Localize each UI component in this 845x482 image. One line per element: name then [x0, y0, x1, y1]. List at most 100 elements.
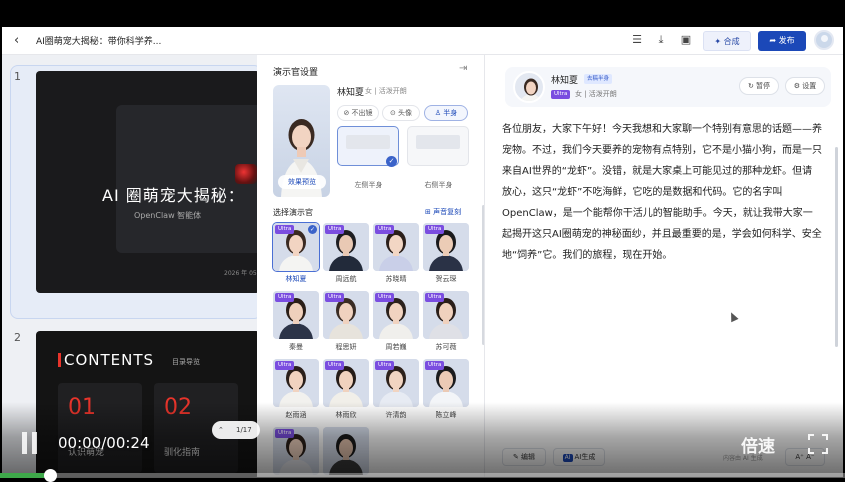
ultra-badge: Ultra	[425, 225, 445, 234]
merge-label: 合成	[723, 37, 740, 46]
ultra-badge: Ultra	[425, 293, 445, 302]
settings-button[interactable]: ⚙ 设置	[785, 77, 825, 95]
script-scrollbar[interactable]	[835, 147, 838, 347]
pause-icon[interactable]	[22, 432, 38, 454]
mode-label: 头像	[398, 109, 413, 117]
ultra-badge: Ultra	[275, 361, 295, 370]
mouse-cursor-icon	[727, 310, 739, 323]
presenter-name: 秦曼	[289, 343, 303, 351]
app-window: ‹ AI圈萌宠大揭秘：带你科学养... ☰ ⤓ ▣ ✦ 合成 ➦ 发布 1 2 …	[2, 27, 843, 477]
download-icon[interactable]: ⤓	[654, 33, 668, 47]
ultra-badge: Ultra	[275, 293, 295, 302]
position-thumb	[346, 135, 390, 149]
mode-label: 不出镜	[351, 109, 373, 117]
slide-number: 2	[14, 331, 21, 344]
presenter-name: 林知夏	[337, 88, 365, 98]
presenter-card[interactable]	[323, 427, 369, 477]
select-presenter-title: 选择演示官	[273, 208, 313, 217]
position-thumb	[416, 135, 460, 149]
speed-button[interactable]: 倍速	[741, 432, 775, 457]
toc-number: 01	[68, 395, 96, 420]
sliders-icon[interactable]: ☰	[630, 33, 644, 47]
presenter-name: 周若巍	[385, 343, 407, 351]
slide-2-preview[interactable]: CONTENTS 目录导览 01 认识萌宠 02 驯化指南	[36, 331, 260, 477]
mode-half-body[interactable]: ♙ 半身	[424, 105, 468, 121]
presenter-name: 许清韵	[385, 411, 407, 419]
presenter-card[interactable]: Ultra 陈立峰	[423, 359, 469, 421]
publish-button[interactable]: ➦ 发布	[758, 31, 806, 51]
avatar[interactable]	[814, 30, 834, 50]
mode-avatar[interactable]: ⊙ 头像	[382, 105, 420, 121]
presenter-card[interactable]: Ultra 苏可薇	[423, 291, 469, 353]
preview-effect-button[interactable]: 效果预览	[278, 175, 326, 189]
presenter-avatar	[513, 71, 545, 103]
refresh-icon: ↻	[747, 82, 757, 90]
presenter-card[interactable]: Ultra 程思妍	[323, 291, 369, 353]
position-label: 左侧半身	[354, 181, 383, 189]
presenter-card[interactable]: Ultra 周远航	[323, 223, 369, 285]
chevron-left-icon[interactable]: ‹	[14, 33, 19, 48]
plus-square-icon: ⊞	[425, 208, 434, 216]
presenter-card[interactable]: Ultra 赵雨涵	[273, 359, 319, 421]
publish-label: 发布	[778, 36, 795, 45]
progress-track[interactable]	[0, 473, 845, 478]
edit-icon: ✎	[512, 453, 522, 461]
ultra-badge: Ultra	[551, 90, 571, 99]
ultra-badge: Ultra	[325, 293, 345, 302]
slide-date: 2026 年 05	[224, 270, 257, 277]
position-right-half[interactable]	[407, 126, 469, 166]
contents-subheading: 目录导览	[172, 358, 200, 366]
presenter-name: 林知夏	[285, 275, 307, 283]
presenter-meta: 女 | 活泼开朗	[365, 87, 407, 95]
person-icon: ♙	[434, 109, 444, 117]
pause-button[interactable]: ↻ 暂停	[739, 77, 779, 95]
ultra-badge: Ultra	[375, 361, 395, 370]
voice-clone-link[interactable]: ⊞ 声音复刻	[425, 207, 461, 217]
ai-icon: AI	[562, 454, 573, 462]
presenter-card[interactable]: Ultra ✓ 林知夏	[272, 222, 320, 285]
fullscreen-icon[interactable]	[808, 434, 828, 454]
presenter-card[interactable]: Ultra 苏晓晴	[373, 223, 419, 285]
presenter-name: 贺云琛	[435, 275, 457, 283]
ai-generate-button[interactable]: AI AI生成	[553, 448, 605, 466]
presenter-card[interactable]: Ultra 林雨欣	[323, 359, 369, 421]
mode-no-camera[interactable]: ⊘ 不出镜	[337, 105, 379, 121]
contents-heading: CONTENTS	[64, 351, 155, 369]
presenter-meta: 女 | 活泼开朗	[575, 90, 617, 98]
check-icon: ✓	[308, 225, 317, 234]
presenter-name: 赵雨涵	[285, 411, 307, 419]
page-indicator: 1/17	[236, 426, 252, 434]
present-icon[interactable]: ▣	[679, 33, 693, 47]
chevron-up-icon[interactable]: ⌃	[218, 421, 224, 439]
pin-icon: ✦	[714, 37, 724, 46]
presenter-name: 周远航	[335, 275, 357, 283]
toc-number: 02	[164, 395, 192, 420]
no-camera-icon: ⊘	[343, 109, 352, 117]
ultra-badge: Ultra	[275, 429, 295, 438]
toc-label: 驯化指南	[164, 448, 201, 458]
presenter-card[interactable]: Ultra	[273, 427, 319, 477]
voice-clone-label: 声音复刻	[433, 208, 462, 216]
ultra-badge: Ultra	[375, 225, 395, 234]
presenter-name: 苏可薇	[435, 343, 457, 351]
collapse-panel-icon[interactable]: ⇥	[459, 63, 467, 74]
presenter-photo	[323, 427, 369, 475]
script-text[interactable]: 各位朋友，大家下午好！今天我想和大家聊一个特别有意思的话题——养宠物。不过，我们…	[502, 119, 822, 266]
edit-button[interactable]: ✎ 编辑	[502, 448, 546, 466]
document-title: AI圈萌宠大揭秘：带你科学养...	[36, 37, 162, 47]
progress-handle[interactable]	[43, 469, 57, 482]
ultra-badge: Ultra	[325, 361, 345, 370]
slide-pager[interactable]: ⌃ 1/17	[212, 421, 260, 439]
ultra-badge: Ultra	[425, 361, 445, 370]
pause-label: 暂停	[756, 82, 771, 90]
merge-button[interactable]: ✦ 合成	[703, 31, 751, 51]
claw-logo-icon	[235, 164, 257, 184]
ultra-badge: Ultra	[325, 225, 345, 234]
presenter-card[interactable]: Ultra 许清韵	[373, 359, 419, 421]
slide-number: 1	[14, 70, 21, 83]
settings-label: 设置	[802, 82, 817, 90]
presenter-name: 苏晓晴	[385, 275, 407, 283]
presenter-card[interactable]: Ultra 贺云琛	[423, 223, 469, 285]
presenter-card[interactable]: Ultra 秦曼	[273, 291, 319, 353]
presenter-card[interactable]: Ultra 周若巍	[373, 291, 419, 353]
